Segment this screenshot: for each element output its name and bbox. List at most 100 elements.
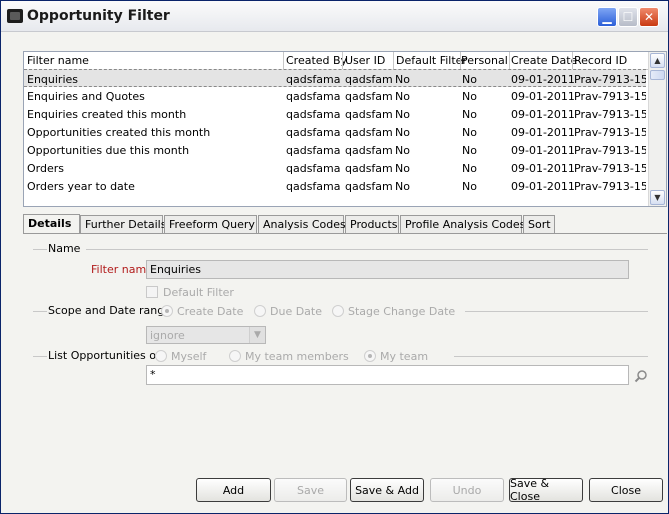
opportunity-filter-window: Opportunity Filter ▁ ☐ ✕ Filter name Cre… (0, 0, 669, 514)
tab-freeform-query[interactable]: Freeform Query (164, 215, 257, 233)
my-team-label: My team (380, 350, 429, 363)
cell-default-filter: No (395, 144, 410, 157)
cell-create-date: 09-01-2011 (511, 144, 575, 157)
cell-user-id: qadsfama (345, 144, 392, 157)
col-record-id[interactable]: Record ID (574, 54, 627, 67)
scope-group-label: Scope and Date range (48, 304, 171, 317)
cell-personal: No (462, 108, 477, 121)
grid-scrollbar[interactable]: ▲ ▼ (648, 52, 666, 206)
tab-analysis-codes[interactable]: Analysis Codes (258, 215, 346, 233)
tab-further-details[interactable]: Further Details (80, 215, 166, 233)
filter-grid[interactable]: Filter name Created By User ID Default F… (23, 51, 667, 207)
close-window-button[interactable]: ✕ (639, 7, 659, 27)
cell-record-id: Prav-7913-15 (574, 144, 646, 157)
cell-filter-name: Opportunities due this month (27, 144, 190, 157)
col-create-date[interactable]: Create Date (511, 54, 577, 67)
undo-button[interactable]: Undo (430, 478, 504, 502)
maximize-icon: ☐ (622, 10, 634, 24)
cell-record-id: Prav-7913-15 (574, 162, 646, 175)
filter-name-field[interactable]: Enquiries (146, 260, 629, 279)
cell-user-id: qadsfama (345, 90, 392, 103)
cell-filter-name: Enquiries and Quotes (27, 90, 145, 103)
cell-create-date: 09-01-2011 (511, 126, 575, 139)
tab-profile-analysis-codes[interactable]: Profile Analysis Codes (400, 215, 525, 233)
create-date-radio[interactable] (161, 305, 173, 317)
col-created-by[interactable]: Created By (286, 54, 347, 67)
search-icon[interactable] (634, 369, 648, 383)
cell-default-filter: No (395, 73, 410, 86)
cell-user-id: qadsfama (345, 180, 392, 193)
cell-personal: No (462, 90, 477, 103)
cell-create-date: 09-01-2011 (511, 73, 575, 86)
maximize-button[interactable]: ☐ (618, 7, 638, 27)
scroll-down-arrow-icon[interactable]: ▼ (650, 190, 665, 205)
myself-label: Myself (171, 350, 207, 363)
due-date-label: Due Date (270, 305, 322, 318)
cell-default-filter: No (395, 126, 410, 139)
table-row[interactable]: Orders qadsfama qadsfama No No 09-01-201… (24, 159, 646, 177)
due-date-radio[interactable] (254, 305, 266, 317)
cell-created-by: qadsfama (286, 90, 340, 103)
table-row[interactable]: Orders year to date qadsfama qadsfama No… (24, 177, 646, 195)
cell-user-id: qadsfama (345, 162, 392, 175)
table-row[interactable]: Enquiries qadsfama qadsfama No No 09-01-… (24, 69, 646, 87)
table-row[interactable]: Enquiries created this month qadsfama qa… (24, 105, 646, 123)
create-date-label: Create Date (177, 305, 244, 318)
col-filter-name[interactable]: Filter name (27, 54, 89, 67)
table-row[interactable]: Enquiries and Quotes qadsfama qadsfama N… (24, 87, 646, 105)
tab-sort[interactable]: Sort (523, 215, 555, 233)
cell-default-filter: No (395, 180, 410, 193)
save-and-close-button[interactable]: Save & Close (509, 477, 583, 503)
cell-user-id: qadsfama (345, 73, 392, 86)
save-and-add-button[interactable]: Save & Add (350, 478, 424, 502)
minimize-button[interactable]: ▁ (597, 7, 617, 27)
myself-radio[interactable] (155, 350, 167, 362)
cell-user-id: qadsfama (345, 108, 392, 121)
range-select[interactable]: ignore ▼ (146, 326, 266, 344)
cell-filter-name: Orders (27, 162, 64, 175)
chevron-down-icon[interactable]: ▼ (249, 327, 265, 343)
cell-personal: No (462, 73, 477, 86)
tab-details[interactable]: Details (23, 214, 80, 234)
cell-personal: No (462, 144, 477, 157)
default-filter-label: Default Filter (163, 286, 234, 299)
cell-create-date: 09-01-2011 (511, 90, 575, 103)
col-personal[interactable]: Personal (461, 54, 508, 67)
table-row[interactable]: Opportunities due this month qadsfama qa… (24, 141, 646, 159)
col-user-id[interactable]: User ID (345, 54, 385, 67)
cell-default-filter: No (395, 108, 410, 121)
add-button[interactable]: Add (196, 478, 271, 502)
cell-create-date: 09-01-2011 (511, 162, 575, 175)
name-group-label: Name (48, 242, 81, 255)
default-filter-checkbox[interactable] (146, 286, 158, 298)
cell-filter-name: Enquiries (27, 73, 79, 86)
cell-record-id: Prav-7913-15 (574, 180, 646, 193)
close-button[interactable]: Close (589, 478, 663, 502)
table-row[interactable]: Opportunities created this month qadsfam… (24, 123, 646, 141)
my-team-radio[interactable] (364, 350, 376, 362)
minimize-icon: ▁ (602, 10, 612, 24)
cell-personal: No (462, 162, 477, 175)
scroll-up-arrow-icon[interactable]: ▲ (650, 53, 665, 68)
window-title: Opportunity Filter (27, 8, 170, 24)
cell-record-id: Prav-7913-15 (574, 90, 646, 103)
stage-change-date-radio[interactable] (332, 305, 344, 317)
my-team-members-label: My team members (245, 350, 349, 363)
cell-created-by: qadsfama (286, 108, 340, 121)
col-default-filter[interactable]: Default Filter (396, 54, 467, 67)
cell-personal: No (462, 180, 477, 193)
cell-default-filter: No (395, 90, 410, 103)
tab-products[interactable]: Products (345, 215, 399, 233)
my-team-members-radio[interactable] (229, 350, 241, 362)
cell-created-by: qadsfama (286, 180, 340, 193)
cell-created-by: qadsfama (286, 126, 340, 139)
scroll-thumb[interactable] (650, 70, 665, 80)
cell-filter-name: Enquiries created this month (27, 108, 187, 121)
tab-divider (23, 233, 667, 234)
search-input[interactable]: * (146, 365, 629, 385)
list-group-label: List Opportunities of (48, 349, 160, 362)
cell-created-by: qadsfama (286, 144, 340, 157)
cell-default-filter: No (395, 162, 410, 175)
title-bar[interactable]: Opportunity Filter ▁ ☐ ✕ (1, 1, 668, 32)
save-button[interactable]: Save (274, 478, 347, 502)
